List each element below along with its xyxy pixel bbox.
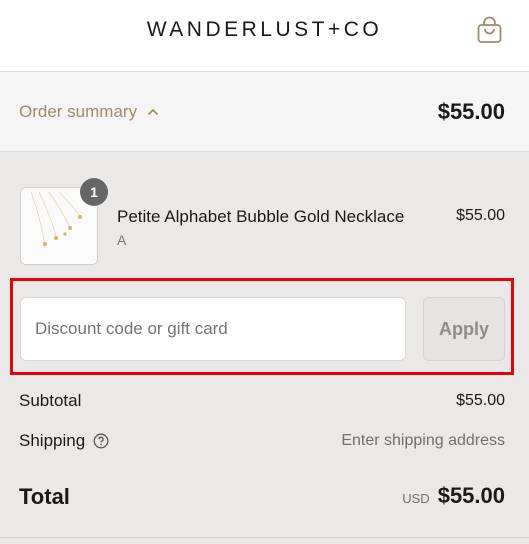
- total-label: Total: [19, 484, 70, 509]
- product-variant: A: [117, 232, 127, 248]
- shopping-bag-icon[interactable]: [476, 16, 503, 44]
- panel-divider: [0, 537, 529, 538]
- product-price: $55.00: [456, 207, 505, 224]
- order-summary-panel: 1 Petite Alphabet Bubble Gold Necklace A…: [0, 152, 529, 544]
- shipping-label: Shipping: [19, 431, 86, 450]
- summary-total: $55.00: [437, 99, 505, 124]
- product-name: Petite Alphabet Bubble Gold Necklace: [117, 207, 405, 226]
- site-header: WANDERLUST+CO: [0, 0, 529, 72]
- subtotal-value: $55.00: [456, 392, 505, 409]
- order-summary-bar: Order summary $55.00: [0, 72, 529, 152]
- total-amount: USD $55.00: [402, 483, 505, 509]
- subtotal-label: Subtotal: [19, 391, 82, 410]
- quantity-badge: 1: [80, 178, 108, 206]
- total-value: $55.00: [437, 483, 505, 508]
- apply-discount-button[interactable]: Apply: [423, 297, 505, 361]
- currency-code: USD: [402, 491, 430, 506]
- order-summary-toggle[interactable]: Order summary: [19, 102, 159, 122]
- discount-code-input[interactable]: [20, 297, 406, 361]
- shipping-row-label: Shipping: [19, 431, 109, 451]
- store-logo[interactable]: WANDERLUST+CO: [0, 18, 529, 42]
- order-summary-label: Order summary: [19, 102, 138, 121]
- chevron-up-icon: [147, 108, 159, 116]
- question-circle-icon[interactable]: [93, 433, 109, 449]
- shipping-value: Enter shipping address: [341, 432, 505, 449]
